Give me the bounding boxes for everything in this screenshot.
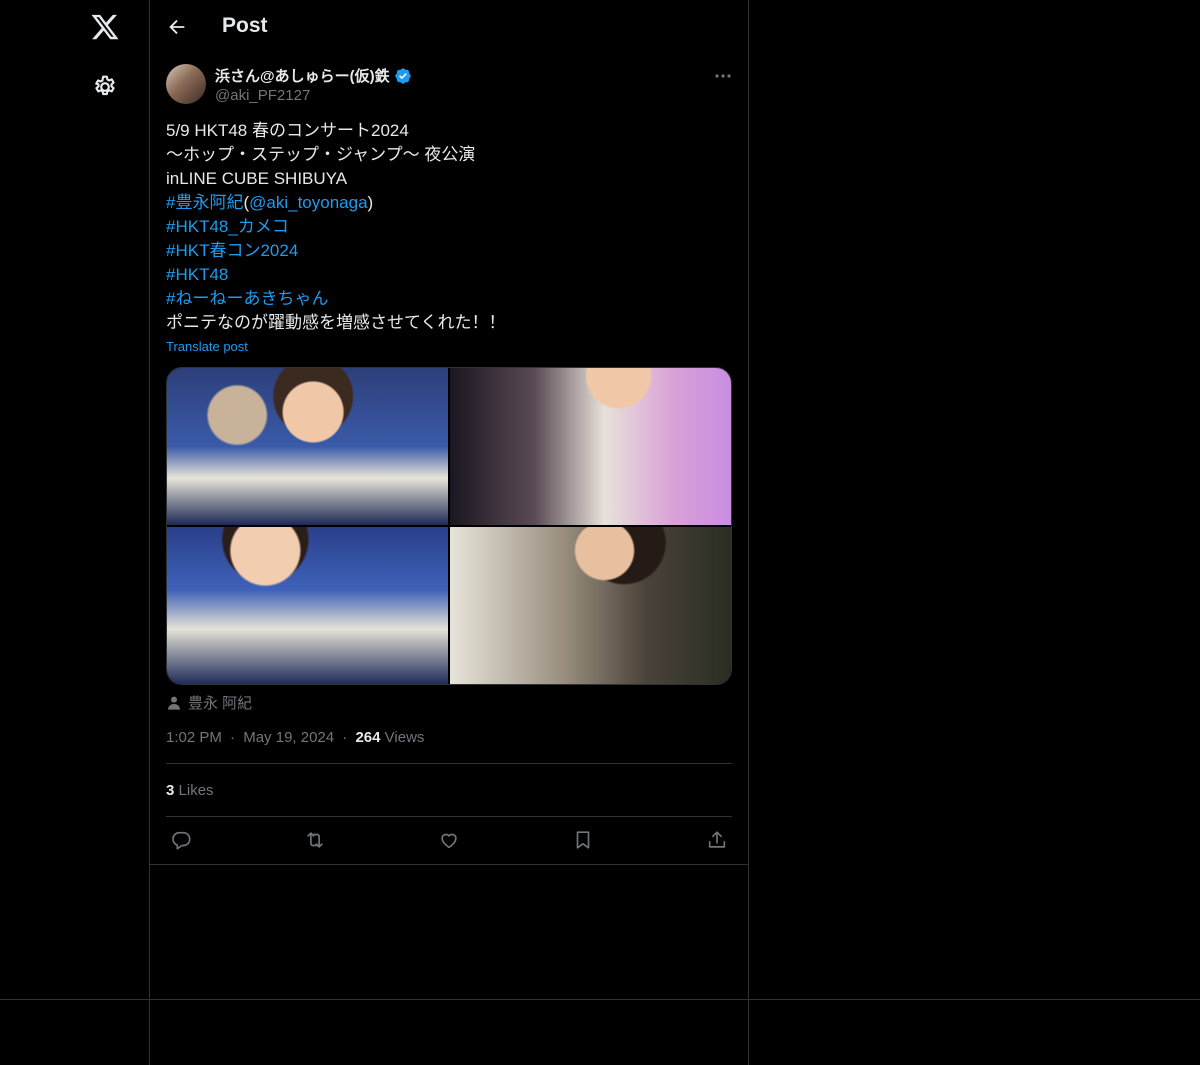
- divider: [166, 816, 732, 817]
- post-meta: 1:02 PM · May 19, 2024 · 264 Views: [166, 729, 424, 746]
- bookmark-icon[interactable]: [572, 829, 594, 851]
- bottom-divider: [0, 999, 1200, 1000]
- paren-close: ): [367, 193, 374, 212]
- media-grid: [166, 367, 732, 685]
- meta-dot: ·: [342, 729, 348, 746]
- share-icon[interactable]: [706, 829, 728, 851]
- gear-icon[interactable]: [92, 74, 118, 100]
- mention-link[interactable]: @aki_toyonaga: [249, 193, 367, 212]
- person-icon: [168, 696, 180, 710]
- likes-label: Likes: [178, 782, 214, 799]
- author-name[interactable]: 浜さん@あしゅらー(仮)鉄: [215, 65, 390, 86]
- x-logo-icon[interactable]: [90, 12, 120, 42]
- avatar[interactable]: [166, 64, 206, 104]
- page-title: Post: [222, 14, 268, 37]
- tagged-person-name[interactable]: 豊永 阿紀: [188, 692, 252, 713]
- views-label: Views: [384, 729, 425, 746]
- post-text: 5/9 HKT48 春のコンサート2024 〜ホップ・ステップ・ジャンプ〜 夜公…: [166, 119, 506, 335]
- divider: [166, 763, 732, 764]
- author-name-row[interactable]: 浜さん@あしゅらー(仮)鉄: [215, 65, 412, 86]
- verified-badge-icon: [394, 67, 411, 84]
- post-line: 5/9 HKT48 春のコンサート2024: [166, 121, 409, 140]
- post-line: ポニテなのが躍動感を増感させてくれた！！: [166, 313, 506, 332]
- hashtag-link[interactable]: #ねーねーあきちゃん: [166, 289, 328, 308]
- author-handle[interactable]: @aki_PF2127: [215, 87, 310, 104]
- back-arrow-icon[interactable]: [166, 16, 188, 38]
- views-count: 264: [355, 729, 381, 746]
- post-bottom-divider: [150, 864, 748, 865]
- post-line: 〜ホップ・ステップ・ジャンプ〜 夜公演: [166, 145, 476, 164]
- likes-summary[interactable]: 3 Likes: [166, 782, 214, 799]
- sidebar-divider: [149, 0, 150, 1065]
- main-column-divider: [748, 0, 749, 1065]
- more-options-icon[interactable]: [714, 73, 732, 79]
- hashtag-link[interactable]: #HKT48_カメコ: [166, 217, 289, 236]
- like-heart-icon[interactable]: [438, 829, 460, 851]
- page-header: Post: [150, 0, 748, 54]
- meta-dot: ·: [230, 729, 236, 746]
- post-photo[interactable]: [450, 527, 731, 684]
- tagged-people[interactable]: 豊永 阿紀: [166, 692, 252, 713]
- hashtag-link[interactable]: #HKT48: [166, 265, 228, 284]
- reply-icon[interactable]: [170, 829, 192, 851]
- hashtag-link[interactable]: #豊永阿紀: [166, 193, 243, 212]
- translate-post-link[interactable]: Translate post: [166, 339, 248, 354]
- post-line: inLINE CUBE SHIBUYA: [166, 169, 348, 188]
- post-photo[interactable]: [450, 368, 731, 525]
- repost-icon[interactable]: [304, 829, 326, 851]
- hashtag-link[interactable]: #HKT春コン2024: [166, 241, 298, 260]
- post-date[interactable]: May 19, 2024: [243, 729, 334, 746]
- likes-count: 3: [166, 782, 175, 799]
- action-bar: [166, 829, 732, 853]
- post-time[interactable]: 1:02 PM: [166, 729, 222, 746]
- post-photo[interactable]: [167, 527, 448, 684]
- post-photo[interactable]: [167, 368, 448, 525]
